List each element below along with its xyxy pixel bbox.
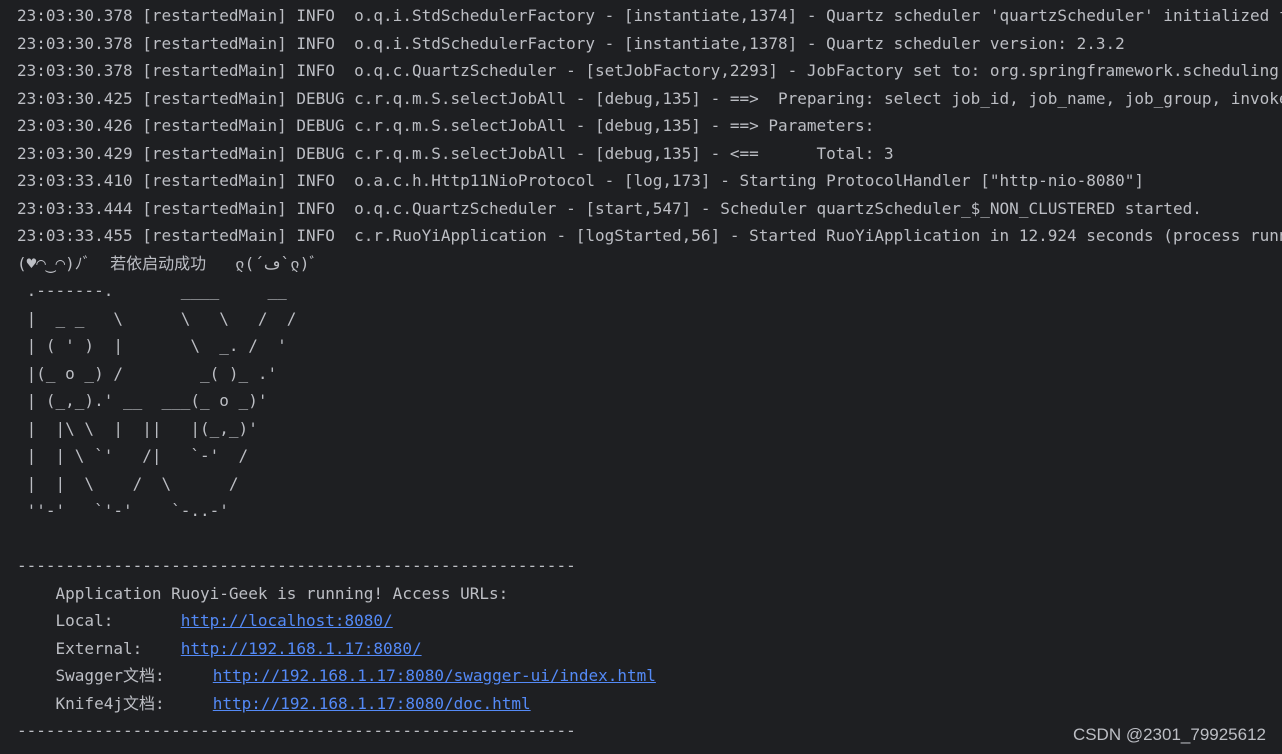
url-row-local: Local: http://localhost:8080/ xyxy=(17,607,1282,635)
local-url-link[interactable]: http://localhost:8080/ xyxy=(181,611,393,630)
log-line: 23:03:33.455 [restartedMain] INFO c.r.Ru… xyxy=(17,226,1282,245)
ascii-art-line: | ( ' ) | \ _. / ' xyxy=(17,336,287,355)
url-label: Knife4j文档: xyxy=(17,693,213,713)
log-line: 23:03:30.425 [restartedMain] DEBUG c.r.q… xyxy=(17,88,1282,108)
url-row-knife4j: Knife4j文档: http://192.168.1.17:8080/doc.… xyxy=(17,690,1282,718)
log-line: 23:03:33.410 [restartedMain] INFO o.a.c.… xyxy=(17,171,1145,190)
url-row-external: External: http://192.168.1.17:8080/ xyxy=(17,635,1282,663)
log-line: 23:03:30.429 [restartedMain] DEBUG c.r.q… xyxy=(17,143,894,163)
url-label: Swagger文档: xyxy=(17,666,213,685)
console-output[interactable]: 23:03:30.378 [restartedMain] INFO o.q.i.… xyxy=(0,0,1282,754)
ascii-art-line: | _ _ \ \ \ / / xyxy=(17,308,297,328)
startup-banner: (♥◠‿◠)ﾉﾞ 若依启动成功 ლ(´ڡ`ლ)ﾞ xyxy=(17,253,318,273)
url-row-swagger: Swagger文档: http://192.168.1.17:8080/swag… xyxy=(17,662,1282,690)
ascii-art-line: | (_,_).' __ ___(_ o _)' xyxy=(17,391,268,410)
log-line: 23:03:30.378 [restartedMain] INFO o.q.i.… xyxy=(17,33,1125,53)
log-line: 23:03:30.426 [restartedMain] DEBUG c.r.q… xyxy=(17,116,884,135)
divider-top: ----------------------------------------… xyxy=(17,556,576,575)
ascii-art-line: ''-' `'-' `-..-' xyxy=(17,501,229,520)
swagger-url-link[interactable]: http://192.168.1.17:8080/swagger-ui/inde… xyxy=(213,666,656,685)
ascii-art-line: | |\ \ | || |(_,_)' xyxy=(17,418,258,438)
ascii-art-line: .-------. ____ __ xyxy=(17,281,287,300)
app-running-message: Application Ruoyi-Geek is running! Acces… xyxy=(17,583,509,603)
external-url-link[interactable]: http://192.168.1.17:8080/ xyxy=(181,639,422,658)
watermark: CSDN @2301_79925612 xyxy=(1072,725,1266,744)
ascii-art-line: | | \ / \ / xyxy=(17,473,239,493)
ascii-art-line: | | \ `' /| `-' / xyxy=(17,446,249,465)
log-line: 23:03:30.378 [restartedMain] INFO o.q.i.… xyxy=(17,6,1282,25)
knife4j-url-link[interactable]: http://192.168.1.17:8080/doc.html xyxy=(213,694,531,713)
url-label: Local: xyxy=(17,611,181,630)
ascii-art-line: |(_ o _) / _( )_ .' xyxy=(17,363,278,383)
log-line: 23:03:30.378 [restartedMain] INFO o.q.c.… xyxy=(17,61,1282,80)
url-label: External: xyxy=(17,638,181,658)
log-line: 23:03:33.444 [restartedMain] INFO o.q.c.… xyxy=(17,198,1202,218)
